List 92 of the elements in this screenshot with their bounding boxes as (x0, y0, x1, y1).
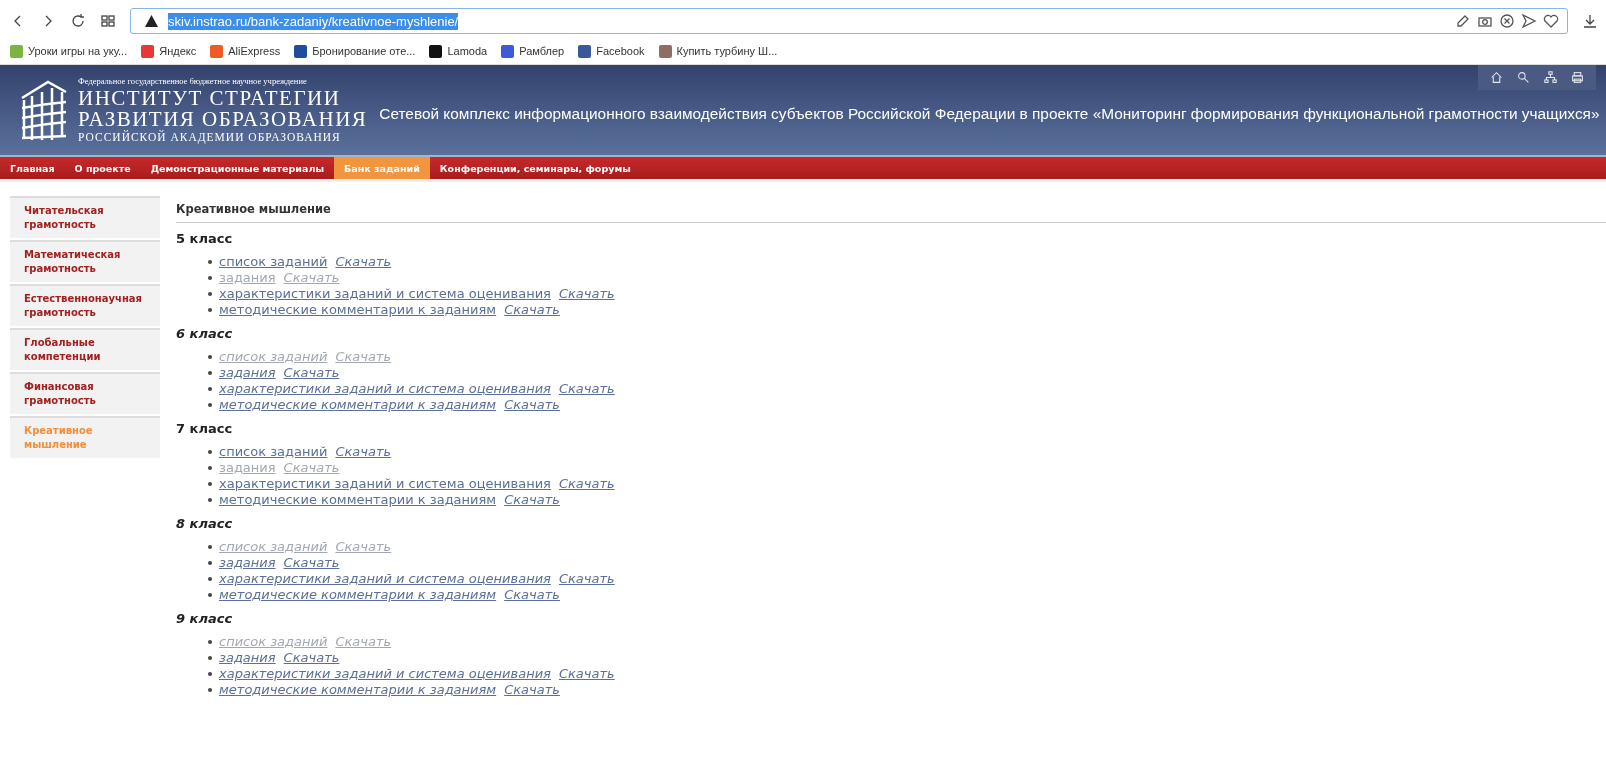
bullet-icon (208, 292, 212, 296)
sidebar-item[interactable]: Математическая грамотность (10, 240, 160, 282)
bookmark[interactable]: Уроки игры на уку... (10, 44, 128, 58)
bookmark[interactable]: Купить турбину Ш... (658, 44, 778, 58)
bookmark[interactable]: Facebook (578, 44, 645, 58)
download-link[interactable]: Скачать (558, 286, 615, 302)
nav-tab[interactable]: О проекте (64, 157, 141, 179)
bullet-icon (208, 403, 212, 407)
bullet-icon (208, 371, 212, 375)
bullet-icon (208, 561, 212, 565)
task-link[interactable]: список заданий (219, 254, 328, 270)
nav-tab[interactable]: Конференции, семинары, форумы (429, 157, 641, 179)
download-link[interactable]: Скачать (558, 571, 615, 587)
nav-tab[interactable]: Главная (0, 157, 65, 179)
sitemap-icon[interactable] (1544, 71, 1557, 84)
bookmark[interactable]: Яндекс (141, 44, 197, 58)
task-link[interactable]: задания (219, 650, 276, 666)
task-link[interactable]: характеристики заданий и система оценивания (219, 476, 551, 492)
bookmark[interactable]: Рамблер (501, 44, 565, 58)
bullet-icon (208, 355, 212, 359)
academy-name: РОССИЙСКОЙ АКАДЕМИИ ОБРАЗОВАНИЯ (78, 132, 342, 144)
download-link[interactable]: Скачать (558, 381, 615, 397)
sidebar-item[interactable]: Глобальные компетенции (10, 328, 160, 370)
site-title: Сетевой комплекс информационного взаимодействия субъектов Российской Федерации в проекте «Мониторинг формирования функциональной грамотности учащихся» (379, 105, 1600, 123)
task-link[interactable]: характеристики заданий и система оценивания (219, 286, 551, 302)
task-link[interactable]: характеристики заданий и система оценивания (219, 571, 551, 587)
institute-name: ИНСТИТУТ СТРАТЕГИИ (78, 88, 342, 109)
task-link[interactable]: методические комментарии к заданиям (219, 302, 497, 318)
download-link[interactable]: Скачать (283, 650, 340, 666)
bullet-icon (208, 308, 212, 312)
edit-icon[interactable] (1455, 13, 1471, 29)
org-subtitle: Федеральное государственное бюджетное научное учреждение (78, 76, 308, 85)
reload-icon[interactable] (70, 13, 86, 29)
task-link[interactable]: характеристики заданий и система оценивания (219, 381, 551, 397)
task-link[interactable]: задания (219, 365, 276, 381)
bullet-icon (208, 545, 212, 549)
download-link[interactable]: Скачать (504, 397, 560, 413)
home-icon[interactable] (1490, 71, 1503, 84)
download-link[interactable]: Скачать (335, 254, 392, 270)
nav-tab[interactable]: Демонстрационные материалы (140, 157, 334, 179)
bullet-icon (208, 656, 212, 660)
task-link[interactable]: методические комментарии к заданиям (219, 492, 497, 508)
blocked-icon[interactable] (1499, 13, 1515, 29)
task-link[interactable]: список заданий (219, 444, 328, 460)
download-link[interactable]: Скачать (504, 682, 560, 698)
task-link[interactable]: задания (219, 555, 276, 571)
download-link[interactable]: Скачать (558, 666, 615, 682)
download-link[interactable]: Скачать (504, 302, 560, 318)
bullet-icon (208, 640, 212, 644)
bullet-icon (208, 498, 212, 502)
task-link[interactable]: методические комментарии к заданиям (219, 587, 497, 603)
heart-icon[interactable] (1543, 13, 1559, 29)
download-link[interactable]: Скачать (283, 555, 340, 571)
task-link[interactable]: методические комментарии к заданиям (219, 397, 497, 413)
send-icon[interactable] (1521, 13, 1537, 29)
sidebar-item[interactable]: Финансовая грамотность (10, 372, 160, 414)
grade-heading: 8 класс (176, 516, 234, 531)
grade-heading: 7 класс (176, 421, 234, 436)
grade-heading: 9 класс (176, 611, 234, 626)
bullet-icon (208, 276, 212, 280)
download-link[interactable]: Скачать (283, 365, 340, 381)
grid-icon[interactable] (100, 13, 116, 29)
bookmark[interactable]: Lamoda (429, 44, 488, 58)
download-link[interactable]: Скачать (504, 492, 560, 508)
bullet-icon (208, 466, 212, 470)
url-text[interactable]: skiv.instrao.ru/bank-zadaniy/kreativnoe-myshlenie/ (168, 12, 459, 30)
bullet-icon (208, 688, 212, 692)
warning-icon (145, 15, 158, 27)
download-link[interactable]: Скачать (335, 444, 392, 460)
bullet-icon (208, 593, 212, 597)
task-link[interactable]: методические комментарии к заданиям (219, 682, 497, 698)
sidebar-item[interactable]: Естественнонаучная грамотность (10, 284, 160, 326)
bullet-icon (208, 260, 212, 264)
bullet-icon (208, 672, 212, 676)
grade-heading: 5 класс (176, 231, 234, 246)
bookmark[interactable]: AliExpress (210, 44, 281, 58)
download-link[interactable]: Скачать (504, 587, 560, 603)
address-bar[interactable]: skiv.instrao.ru/bank-zadaniy/kreativnoe-myshlenie/ (130, 8, 1568, 34)
task-link[interactable]: характеристики заданий и система оценивания (219, 666, 551, 682)
sidebar-item[interactable]: Читательская грамотность (10, 196, 160, 238)
section-title: Креативное мышление (176, 202, 1606, 223)
search-icon[interactable] (1517, 71, 1530, 84)
bullet-icon (208, 387, 212, 391)
bookmark[interactable]: Бронирование оте... (294, 44, 416, 58)
bullet-icon (208, 450, 212, 454)
bullet-icon (208, 482, 212, 486)
download-link[interactable]: Скачать (558, 476, 615, 492)
institute-name: РАЗВИТИЯ ОБРАЗОВАНИЯ (78, 109, 368, 130)
grade-heading: 6 класс (176, 326, 234, 341)
bullet-icon (208, 577, 212, 581)
download-icon[interactable] (1582, 13, 1598, 29)
print-icon[interactable] (1571, 71, 1584, 84)
